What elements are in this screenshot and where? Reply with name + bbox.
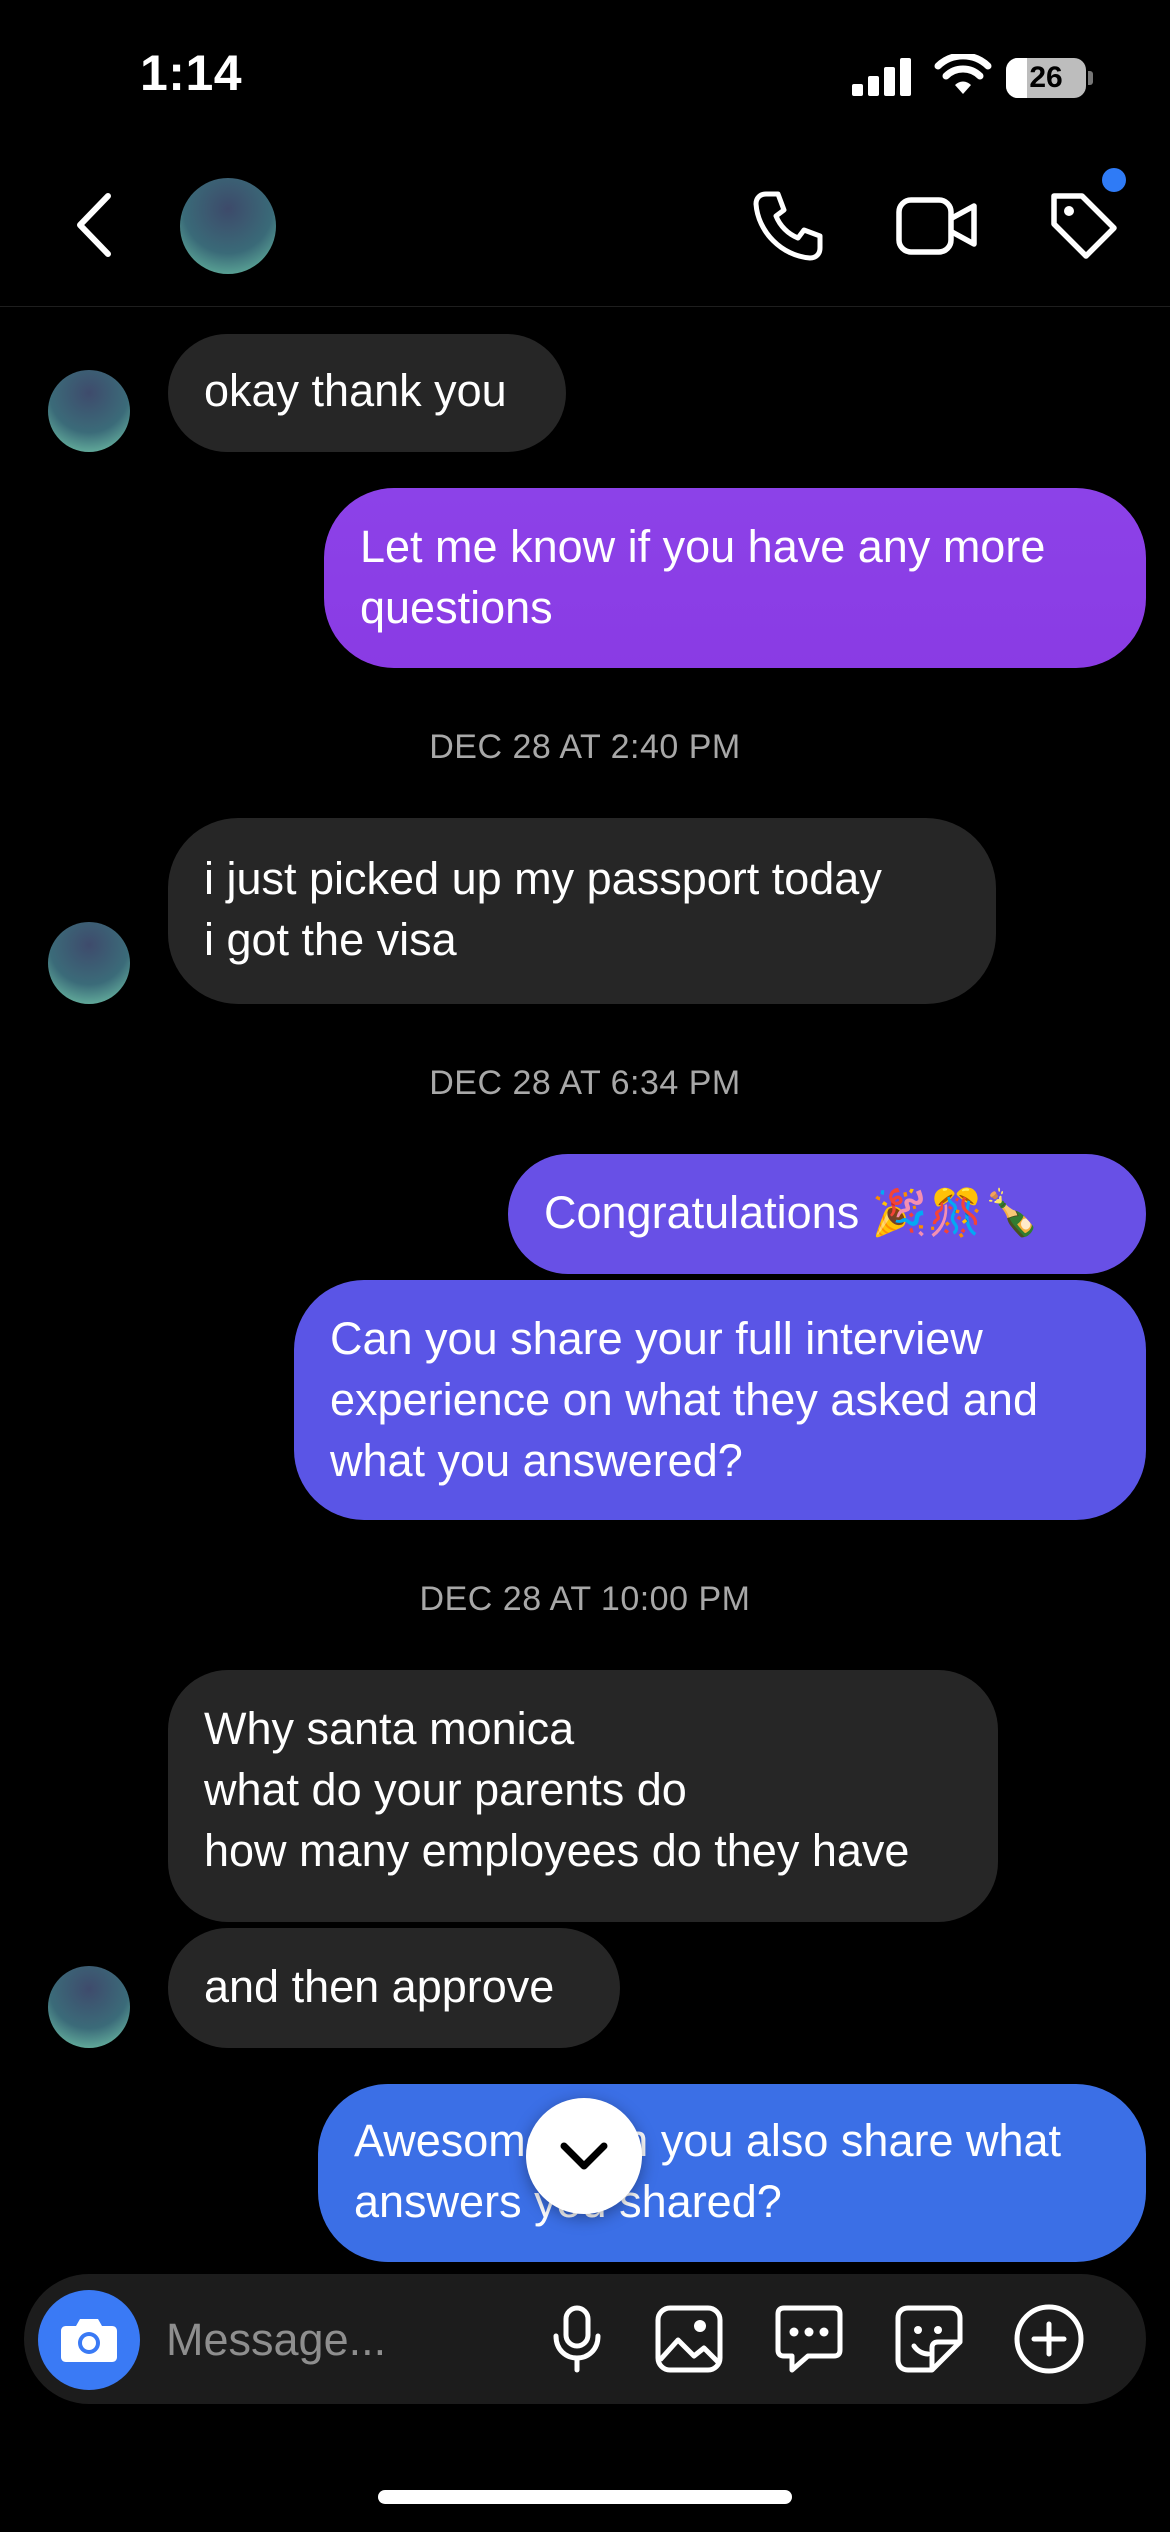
chevron-down-icon	[560, 2142, 608, 2170]
battery-percent: 26	[1029, 61, 1063, 94]
wifi-icon	[934, 54, 992, 94]
back-icon[interactable]	[70, 190, 120, 260]
message-incoming[interactable]: okay thank you	[168, 334, 566, 452]
sender-avatar	[48, 1966, 130, 2048]
chat-header	[0, 160, 1170, 307]
timestamp: DEC 28 AT 6:34 PM	[429, 1064, 741, 1102]
camera-icon	[61, 2319, 117, 2362]
phone-icon[interactable]	[752, 188, 826, 262]
video-call-icon[interactable]	[896, 192, 978, 258]
message-incoming[interactable]: Why santa monica what do your parents do…	[168, 1670, 998, 1922]
message-input[interactable]	[166, 2300, 526, 2380]
battery-icon: 26	[1006, 58, 1093, 98]
message-outgoing[interactable]: Can you share your full interview experi…	[294, 1280, 1146, 1520]
timestamp: DEC 28 AT 2:40 PM	[429, 728, 741, 766]
status-time: 1:14	[140, 45, 243, 101]
scroll-to-bottom-button[interactable]	[526, 2098, 642, 2214]
message-outgoing[interactable]: Let me know if you have any more questio…	[324, 488, 1146, 668]
sender-avatar	[48, 922, 130, 1004]
camera-button[interactable]	[38, 2290, 140, 2390]
home-indicator[interactable]	[378, 2490, 792, 2504]
plus-icon[interactable]	[1012, 2302, 1086, 2376]
chat-bubble-icon[interactable]	[772, 2302, 846, 2376]
message-incoming[interactable]: and then approve	[168, 1928, 620, 2048]
contact-avatar[interactable]	[180, 178, 276, 274]
message-outgoing[interactable]: Congratulations 🎉🎊🍾	[508, 1154, 1146, 1274]
sticker-icon[interactable]	[892, 2302, 966, 2376]
message-outgoing[interactable]: Awesome, can you also share what answers…	[318, 2084, 1146, 2262]
tag-icon[interactable]	[1046, 188, 1118, 262]
cellular-signal-icon	[852, 58, 911, 96]
timestamp: DEC 28 AT 10:00 PM	[419, 1580, 751, 1618]
gallery-icon[interactable]	[652, 2302, 726, 2376]
message-incoming[interactable]: i just picked up my passport today i got…	[168, 818, 996, 1004]
sender-avatar	[48, 370, 130, 452]
notification-dot	[1102, 168, 1126, 192]
microphone-icon[interactable]	[540, 2302, 614, 2376]
